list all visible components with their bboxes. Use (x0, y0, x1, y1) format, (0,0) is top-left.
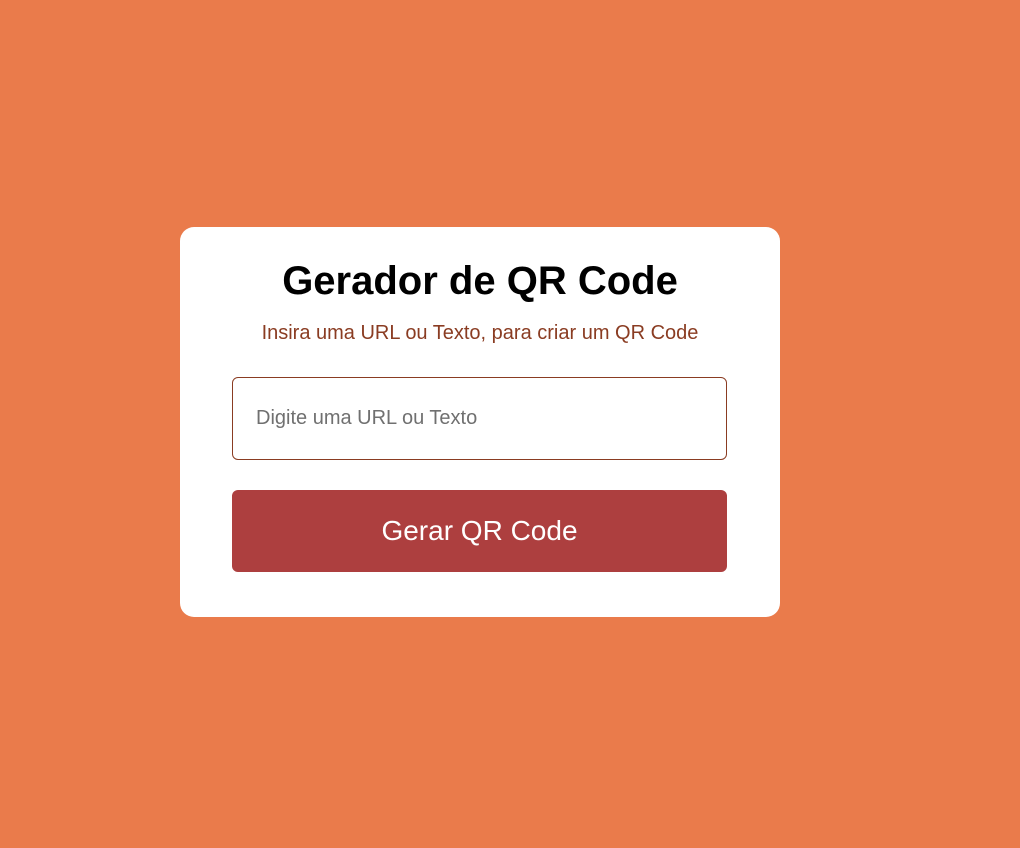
generate-qr-code-button[interactable]: Gerar QR Code (232, 490, 727, 572)
qr-generator-card: Gerador de QR Code Insira uma URL ou Tex… (180, 227, 780, 617)
url-text-input[interactable] (232, 377, 727, 460)
page-title: Gerador de QR Code (282, 259, 678, 303)
page-subtitle: Insira uma URL ou Texto, para criar um Q… (261, 322, 699, 344)
